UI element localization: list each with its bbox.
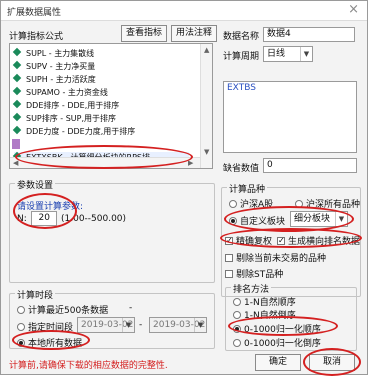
cancel-button[interactable]: 取消: [309, 354, 355, 371]
local-all-option[interactable]: 本地所有数据: [17, 336, 82, 349]
code-textbox[interactable]: EXTBS: [223, 81, 357, 153]
rank-group-title: 排名方法: [231, 282, 272, 295]
footer-note: 计算前,请确保下载的相应数据的完整性.: [9, 361, 168, 371]
formula-icon: [12, 73, 22, 83]
checkbox-icon: [225, 254, 233, 262]
n-value-input[interactable]: 20: [31, 211, 57, 226]
category-hs-option[interactable]: 沪深A股: [229, 197, 273, 210]
radio-icon: [233, 325, 241, 333]
list-item[interactable]: SUPH - 主力活跃度: [12, 73, 96, 86]
radio-icon: [233, 298, 241, 306]
list-item[interactable]: SUPAMO - 主力资金线: [12, 86, 108, 99]
date-to-select[interactable]: 2019-03-02 ▼: [149, 317, 207, 333]
chevron-down-icon: ▼: [122, 318, 134, 332]
list-item[interactable]: SUP排序 - SUP,用于排序: [12, 112, 116, 125]
radio-icon: [233, 339, 241, 347]
category-group-title: 计算品种: [227, 182, 268, 195]
missing-value-label: 缺省数值: [223, 164, 260, 174]
close-icon[interactable]: ×: [348, 3, 359, 17]
radio-icon: [229, 217, 237, 225]
period-label: 计算周期: [223, 52, 260, 62]
recent-data-option[interactable]: 计算最近500条数据: [17, 303, 108, 316]
recent-dash: -: [129, 303, 133, 313]
rank-opt1[interactable]: 1-N自然顺序: [233, 295, 296, 308]
window-title: 扩展数据属性: [7, 8, 62, 18]
view-indicator-button[interactable]: 查看指标: [121, 25, 167, 42]
formula-icon: [12, 125, 22, 135]
rank-opt2[interactable]: 1-N自然倒序: [233, 308, 296, 321]
radio-icon: [229, 200, 237, 208]
list-item[interactable]: DDE排序 - DDE,用于排序: [12, 99, 119, 112]
scroll-up-icon[interactable]: ▲: [204, 46, 209, 54]
data-name-label: 数据名称: [223, 32, 260, 42]
list-item[interactable]: DDE力度 - DDE力度,用于排序: [12, 125, 135, 138]
precise-adjust-checkbox[interactable]: 精确复权: [225, 234, 272, 247]
date-range-dash: -: [139, 320, 143, 330]
params-group: [9, 183, 215, 283]
checkbox-icon: [277, 237, 285, 245]
blurred-region: [12, 139, 20, 149]
usage-notes-button[interactable]: 用法注释: [171, 25, 217, 42]
rank-opt3[interactable]: 0-1000归一化顺序: [233, 322, 321, 335]
params-group-title: 参数设置: [15, 178, 56, 191]
checkbox-icon: [225, 270, 233, 278]
radio-icon: [17, 306, 25, 314]
generate-rank-checkbox[interactable]: 生成横向排名数据: [277, 234, 360, 247]
extended-data-dialog: 扩展数据属性 × 计算指标公式 查看指标 用法注释 SUPL - 主力集散线 S…: [0, 0, 368, 376]
n-label: N:: [17, 214, 27, 224]
specified-range-option[interactable]: 指定时间段: [17, 320, 73, 333]
scroll-down-icon[interactable]: ▼: [204, 148, 209, 156]
exclude-suspended-checkbox[interactable]: 剔除当前未交易的品种: [225, 251, 326, 264]
formula-icon: [12, 112, 22, 122]
formula-icon: [12, 47, 22, 57]
radio-icon: [17, 323, 25, 331]
radio-icon: [17, 339, 25, 347]
chevron-down-icon: ▼: [194, 318, 206, 332]
scroll-left-icon[interactable]: ◀: [13, 159, 18, 167]
list-item[interactable]: SUPL - 主力集散线: [12, 47, 94, 60]
list-horizontal-scrollbar[interactable]: ◀ ▶: [10, 157, 200, 168]
formula-icon: [12, 60, 22, 70]
date-from-select[interactable]: 2019-03-02 ▼: [77, 317, 135, 333]
radio-icon: [295, 200, 303, 208]
custom-board-select[interactable]: 细分板块 ▼: [290, 211, 348, 227]
rank-opt4[interactable]: 0-1000归一化倒序: [233, 336, 321, 349]
formula-list[interactable]: SUPL - 主力集散线 SUPV - 主力净买量 SUPH - 主力活跃度 S…: [9, 43, 213, 169]
chevron-down-icon: ▼: [300, 47, 312, 61]
timeframe-group-title: 计算时段: [15, 288, 56, 301]
ok-button[interactable]: 确定: [255, 354, 301, 371]
scroll-right-icon[interactable]: ▶: [188, 159, 193, 167]
formula-icon: [12, 86, 22, 96]
chevron-down-icon: ▼: [335, 212, 347, 226]
formula-label: 计算指标公式: [9, 32, 64, 42]
formula-icon: [12, 99, 22, 109]
missing-value-input[interactable]: 0: [263, 158, 357, 173]
category-custom-option[interactable]: 自定义板块: [229, 214, 285, 227]
list-item[interactable]: SUPV - 主力净买量: [12, 60, 95, 73]
data-name-input[interactable]: 数据4: [263, 27, 355, 42]
exclude-st-checkbox[interactable]: 剔除ST品种: [225, 267, 283, 280]
n-range: (1.00--500.00): [61, 214, 127, 224]
title-bar: 扩展数据属性 ×: [1, 1, 367, 21]
list-vertical-scrollbar[interactable]: ▲ ▼: [200, 44, 212, 168]
checkbox-icon: [225, 237, 233, 245]
radio-icon: [233, 311, 241, 319]
period-select[interactable]: 日线 ▼: [263, 46, 313, 62]
category-all-option[interactable]: 沪深所有品种: [295, 197, 360, 210]
